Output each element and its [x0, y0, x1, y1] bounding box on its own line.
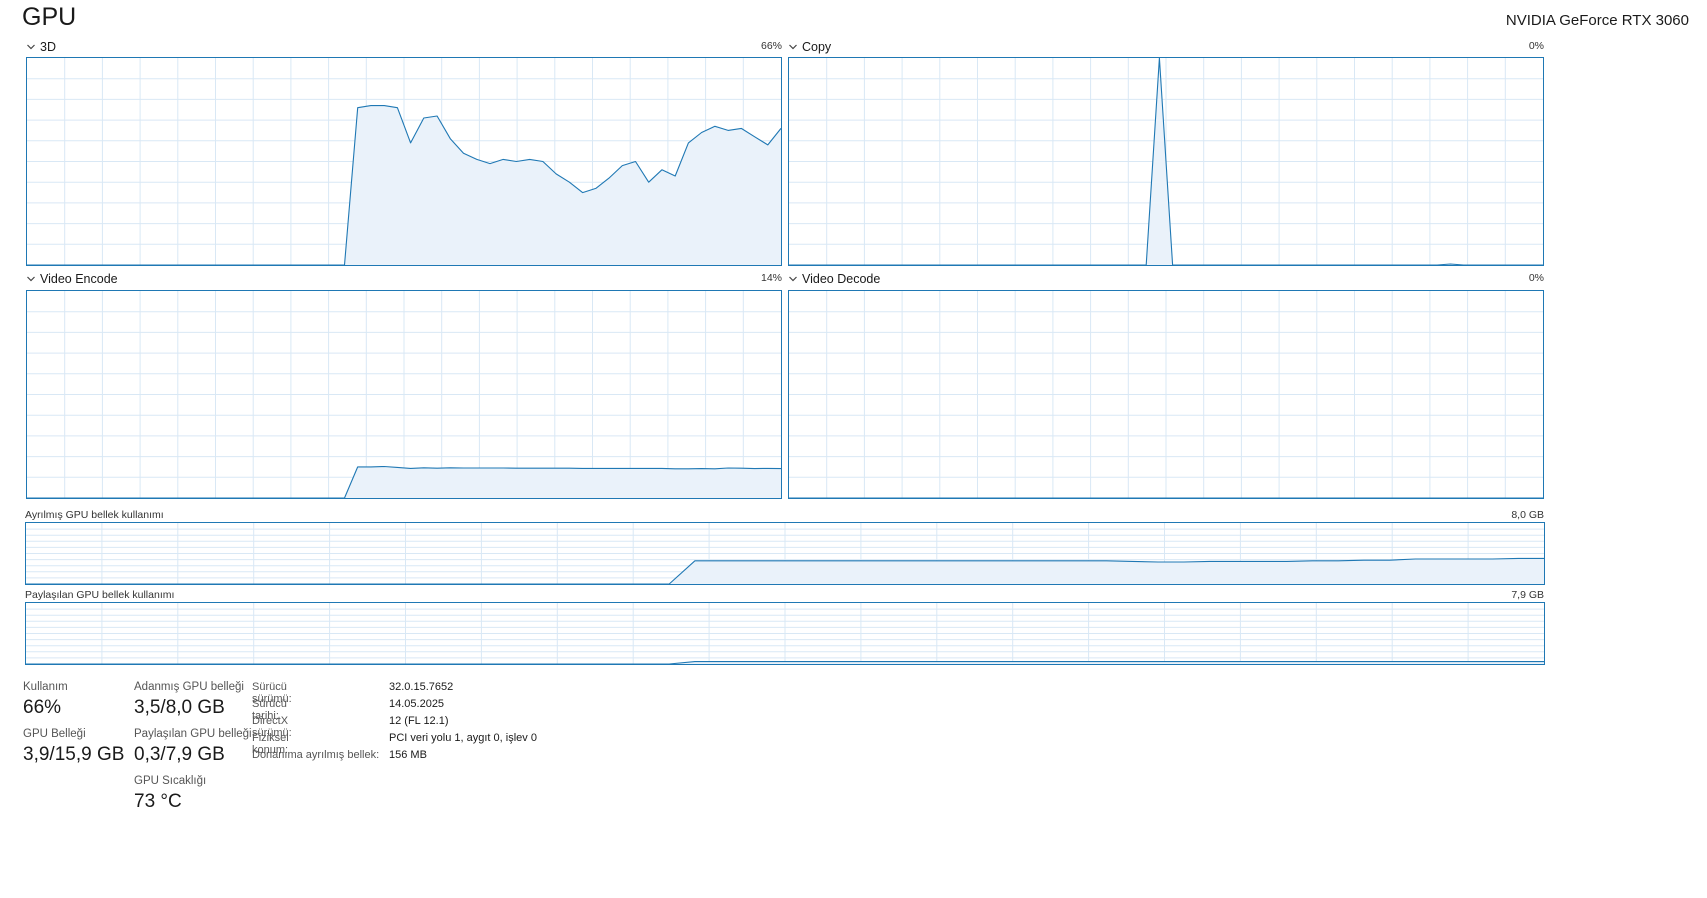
gpu-performance-view: GPU NVIDIA GeForce RTX 3060 3D 66% Copy … [0, 0, 1707, 898]
hardware-reserved-memory-key: Donanıma ayrılmış bellek: [252, 749, 380, 761]
engine-3d-label: 3D [40, 40, 56, 54]
engine-3d-max: 66% [760, 40, 782, 52]
engine-copy-max: 0% [1528, 40, 1544, 52]
engine-video-decode-selector[interactable]: Video Decode [788, 272, 880, 286]
engine-video-decode-label: Video Decode [802, 272, 881, 286]
engine-3d-graph [26, 57, 782, 266]
graph-grid [26, 603, 1544, 664]
chevron-down-icon [789, 44, 797, 50]
chevron-down-icon [27, 276, 35, 282]
chevron-down-icon [27, 44, 35, 50]
shared-memory-label: Paylaşılan GPU belleği [134, 728, 252, 740]
gpu-memory-value: 3,9/15,9 GB [23, 744, 125, 765]
driver-version-value: 32.0.15.7652 [389, 681, 454, 693]
engine-video-encode-graph [26, 290, 782, 499]
dedicated-memory-value: 3,5/8,0 GB [134, 697, 225, 718]
engine-video-encode-max: 14% [760, 272, 782, 284]
dedicated-memory-graph-max: 8,0 GB [1511, 509, 1544, 521]
directx-version-value: 12 (FL 12.1) [389, 715, 449, 727]
gpu-temperature-value: 73 °C [134, 791, 182, 812]
device-name: NVIDIA GeForce RTX 3060 [1505, 12, 1689, 29]
engine-copy-graph [788, 57, 1544, 266]
physical-location-value: PCI veri yolu 1, aygıt 0, işlev 0 [389, 732, 537, 744]
shared-memory-graph-max: 7,9 GB [1511, 589, 1544, 601]
engine-video-encode-selector[interactable]: Video Encode [26, 272, 118, 286]
dedicated-memory-label: Adanmış GPU belleği [134, 681, 244, 693]
gpu-temperature-label: GPU Sıcaklığı [134, 775, 207, 787]
page-title: GPU [22, 3, 77, 31]
shared-memory-graph-label: Paylaşılan GPU bellek kullanımı [25, 589, 175, 601]
dedicated-memory-graph [25, 522, 1545, 585]
engine-copy-selector[interactable]: Copy [788, 40, 831, 54]
gpu-memory-label: GPU Belleği [23, 728, 86, 740]
shared-memory-value: 0,3/7,9 GB [134, 744, 225, 765]
graph-grid [27, 291, 781, 498]
chevron-down-icon [789, 276, 797, 282]
engine-copy-label: Copy [802, 40, 832, 54]
usage-label: Kullanım [23, 681, 68, 693]
driver-date-value: 14.05.2025 [389, 698, 445, 710]
engine-video-decode-max: 0% [1528, 272, 1544, 284]
engine-video-encode-label: Video Encode [40, 272, 118, 286]
graph-grid [789, 291, 1543, 498]
engine-3d-selector[interactable]: 3D [26, 40, 56, 54]
hardware-reserved-memory-value: 156 MB [389, 749, 427, 761]
engine-video-decode-graph [788, 290, 1544, 499]
usage-value: 66% [23, 697, 62, 718]
dedicated-memory-graph-label: Ayrılmış GPU bellek kullanımı [25, 509, 164, 521]
shared-memory-graph [25, 602, 1545, 665]
